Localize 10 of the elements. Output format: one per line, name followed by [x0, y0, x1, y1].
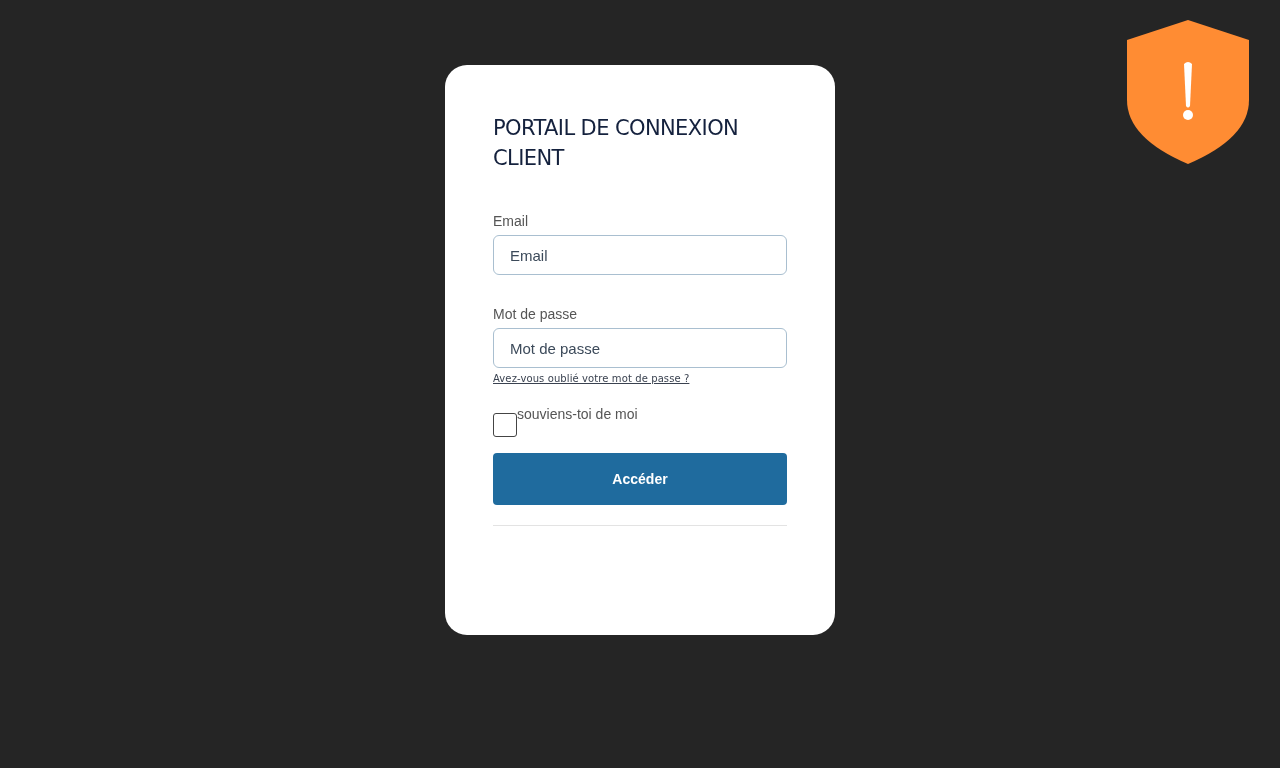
- remember-label: souviens-toi de moi: [517, 406, 638, 422]
- forgot-password-link[interactable]: Avez-vous oublié votre mot de passe ?: [493, 373, 690, 384]
- field-label: Email: [493, 213, 529, 229]
- login-title: PORTAIL DE CONNEXION CLIENT: [493, 115, 740, 172]
- input-field[interactable]: Email: [493, 235, 787, 275]
- submit-button[interactable]: Accéder: [493, 453, 787, 505]
- remember-checkbox[interactable]: [493, 413, 517, 437]
- input-field[interactable]: Mot de passe: [493, 328, 787, 368]
- shield-alert-icon: [1127, 20, 1249, 164]
- field-label: Mot de passe: [493, 306, 579, 322]
